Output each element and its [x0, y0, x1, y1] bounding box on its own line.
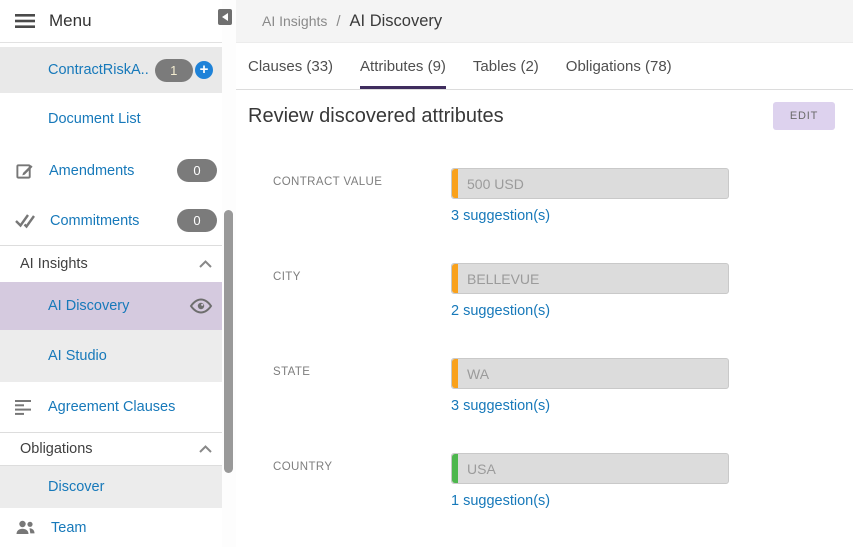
- suggestions-link[interactable]: 2 suggestion(s): [451, 303, 550, 319]
- suggestions-link[interactable]: 3 suggestion(s): [451, 398, 550, 414]
- sidebar-item-label: Team: [51, 520, 86, 536]
- breadcrumb-separator: /: [336, 13, 340, 30]
- chevron-up-icon[interactable]: [199, 260, 212, 268]
- sidebar-item-ai-discovery[interactable]: AI Discovery: [0, 282, 222, 330]
- field-value: 500 USD: [467, 176, 524, 192]
- title-row: Review discovered attributes EDIT: [236, 90, 853, 130]
- sidebar-item-label: AI Studio: [48, 348, 107, 364]
- sidebar-item-agreement-clauses[interactable]: Agreement Clauses: [0, 382, 222, 432]
- sidebar-item-label: Agreement Clauses: [48, 399, 175, 415]
- sidebar-item-discover[interactable]: Discover: [0, 466, 222, 508]
- sidebar-section-label: AI Insights: [20, 256, 88, 272]
- sidebar-item-label: AI Discovery: [48, 298, 129, 314]
- breadcrumb-current: AI Discovery: [350, 12, 443, 31]
- count-badge: 1: [155, 59, 193, 82]
- check-double-icon: [15, 212, 35, 229]
- field-contract-value: CONTRACT VALUE 500 USD 3 suggestion(s): [273, 168, 853, 225]
- breadcrumb-parent-link[interactable]: AI Insights: [262, 13, 327, 29]
- main-content: AI Insights / AI Discovery Clauses (33) …: [236, 0, 853, 547]
- field-label: CONTRACT VALUE: [273, 168, 451, 225]
- sidebar-item-label: Commitments: [50, 213, 139, 229]
- sidebar-item-label: Amendments: [49, 163, 134, 179]
- contract-value-input[interactable]: 500 USD: [451, 168, 729, 199]
- value-accent-bar: [452, 359, 458, 388]
- city-input[interactable]: BELLEVUE: [451, 263, 729, 294]
- country-input[interactable]: USA: [451, 453, 729, 484]
- tab-bar: Clauses (33) Attributes (9) Tables (2) O…: [236, 43, 853, 90]
- sidebar-item-label: Discover: [48, 479, 104, 495]
- sidebar-item-label: Document List: [48, 111, 141, 127]
- field-label: STATE: [273, 358, 451, 415]
- sidebar-item-label: ContractRiskA..: [48, 62, 149, 78]
- sidebar-scrollbar-thumb[interactable]: [224, 210, 233, 473]
- value-accent-bar: [452, 264, 458, 293]
- field-label: CITY: [273, 263, 451, 320]
- attributes-form: CONTRACT VALUE 500 USD 3 suggestion(s) C…: [236, 168, 853, 547]
- sidebar-item-document-list[interactable]: Document List: [0, 93, 222, 145]
- app-window: Menu ContractRiskA.. 1 + Document List A…: [0, 0, 853, 547]
- list-icon: [15, 399, 33, 415]
- collapse-sidebar-button[interactable]: [218, 9, 232, 25]
- tab-attributes[interactable]: Attributes (9): [360, 43, 446, 89]
- count-badge: 0: [177, 159, 217, 182]
- tab-tables[interactable]: Tables (2): [473, 43, 539, 89]
- chevron-up-icon[interactable]: [199, 445, 212, 453]
- suggestions-link[interactable]: 3 suggestion(s): [451, 208, 550, 224]
- edit-button[interactable]: EDIT: [773, 102, 835, 130]
- tab-obligations[interactable]: Obligations (78): [566, 43, 672, 89]
- add-contract-button[interactable]: +: [195, 61, 213, 79]
- sidebar-scrollbar-track[interactable]: [222, 0, 236, 547]
- eye-icon[interactable]: [189, 298, 213, 314]
- field-label: COUNTRY: [273, 453, 451, 510]
- triangle-left-icon: [222, 13, 228, 21]
- sidebar-item-team[interactable]: Team: [0, 508, 222, 547]
- value-accent-bar: [452, 169, 458, 198]
- field-value: USA: [467, 461, 496, 477]
- sidebar-section-obligations[interactable]: Obligations: [0, 432, 222, 466]
- suggestions-link[interactable]: 1 suggestion(s): [451, 493, 550, 509]
- breadcrumb: AI Insights / AI Discovery: [236, 0, 853, 43]
- state-input[interactable]: WA: [451, 358, 729, 389]
- sidebar-header: Menu: [0, 0, 222, 43]
- page-title: Review discovered attributes: [248, 105, 504, 128]
- field-country: COUNTRY USA 1 suggestion(s): [273, 453, 853, 510]
- hamburger-menu-icon[interactable]: [15, 13, 35, 29]
- sidebar-title: Menu: [49, 11, 92, 31]
- value-accent-bar: [452, 454, 458, 483]
- field-value: WA: [467, 366, 489, 382]
- sidebar-section-label: Obligations: [20, 441, 93, 457]
- field-city: CITY BELLEVUE 2 suggestion(s): [273, 263, 853, 320]
- tab-clauses[interactable]: Clauses (33): [248, 43, 333, 89]
- people-icon: [15, 520, 36, 535]
- field-value: BELLEVUE: [467, 271, 539, 287]
- sidebar-section-ai-insights[interactable]: AI Insights: [0, 245, 222, 282]
- count-badge: 0: [177, 209, 217, 232]
- sidebar-item-ai-studio[interactable]: AI Studio: [0, 330, 222, 382]
- edit-icon: [15, 161, 34, 180]
- field-state: STATE WA 3 suggestion(s): [273, 358, 853, 415]
- sidebar-item-contract[interactable]: ContractRiskA.. 1 +: [0, 47, 222, 93]
- sidebar: Menu ContractRiskA.. 1 + Document List A…: [0, 0, 222, 547]
- sidebar-item-commitments[interactable]: Commitments 0: [0, 196, 222, 245]
- sidebar-item-amendments[interactable]: Amendments 0: [0, 145, 222, 196]
